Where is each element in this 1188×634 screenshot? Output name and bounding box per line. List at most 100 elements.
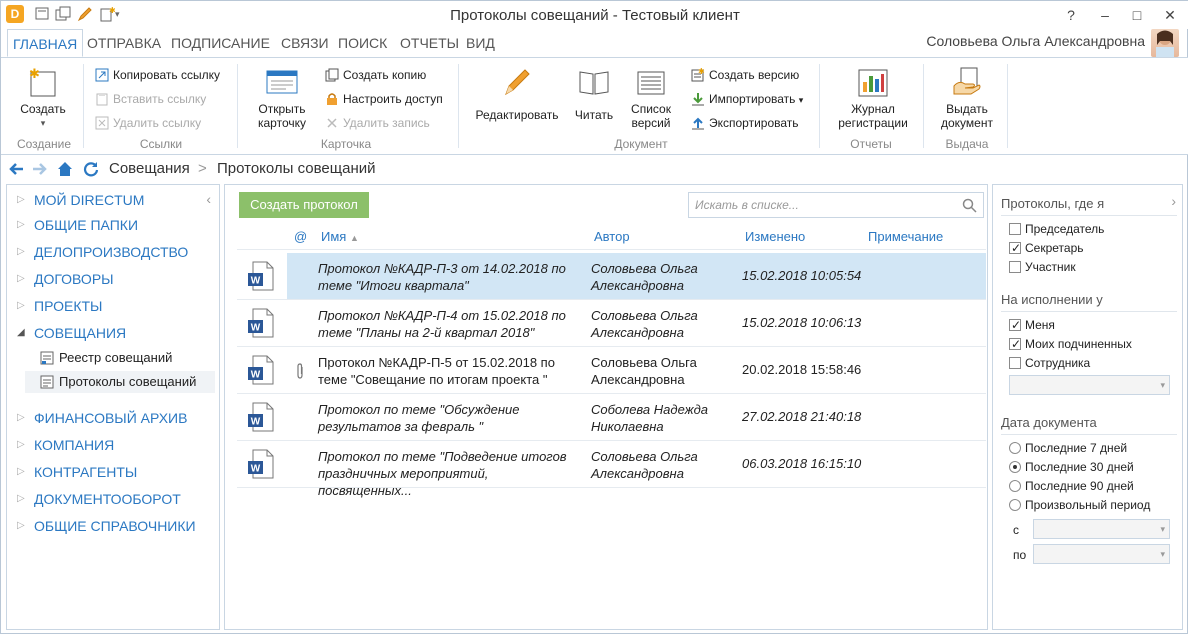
- journal-label-1: Журнал: [851, 102, 895, 116]
- radio-button[interactable]: [1009, 499, 1021, 511]
- checkbox[interactable]: [1009, 336, 1021, 352]
- create-version-button[interactable]: ✱ Создать версию: [689, 66, 799, 84]
- checkbox[interactable]: [1009, 240, 1021, 256]
- date-to-picker[interactable]: ▾: [1033, 544, 1170, 564]
- date-from-picker[interactable]: ▾: [1033, 519, 1170, 539]
- column-name[interactable]: Имя ▲: [321, 229, 359, 247]
- checkbox-label: Участник: [1025, 260, 1076, 274]
- minimize-button[interactable]: –: [1091, 5, 1119, 25]
- row-name: Протокол №КАДР-П-4 от 15.02.2018 по теме…: [318, 308, 566, 340]
- create-button[interactable]: ✱ Создать ▾: [15, 66, 71, 130]
- back-arrow-icon[interactable]: [9, 161, 25, 177]
- filter-role-participant[interactable]: Участник: [1009, 259, 1076, 275]
- filter-role-chairman[interactable]: Председатель: [1009, 221, 1104, 237]
- export-button[interactable]: Экспортировать: [689, 114, 799, 132]
- expand-arrow-icon[interactable]: ▷: [17, 407, 25, 429]
- issue-document-button[interactable]: Выдать документ: [935, 66, 999, 130]
- filter-panel: › Протоколы, где я Председатель Секретар…: [992, 184, 1183, 630]
- copy-link-button[interactable]: Копировать ссылку: [93, 66, 220, 84]
- table-row[interactable]: W Протокол №КАДР-П-4 от 15.02.2018 по те…: [237, 300, 986, 347]
- create-protocol-button[interactable]: Создать протокол: [239, 192, 369, 218]
- user-name[interactable]: Соловьева Ольга Александровна: [926, 33, 1145, 49]
- collapse-filter-icon[interactable]: ›: [1171, 193, 1176, 209]
- radio-button[interactable]: [1009, 480, 1021, 492]
- expand-arrow-icon[interactable]: ▷: [17, 241, 25, 263]
- filter-exec-me[interactable]: Меня: [1009, 317, 1055, 333]
- import-dropdown-icon[interactable]: ▾: [799, 95, 804, 105]
- chevron-down-icon: ▾: [1160, 524, 1165, 534]
- filter-role-secretary[interactable]: Секретарь: [1009, 240, 1084, 256]
- tab-send[interactable]: ОТПРАВКА: [82, 29, 166, 57]
- help-button[interactable]: ?: [1057, 5, 1085, 25]
- expand-arrow-icon[interactable]: ▷: [17, 488, 25, 510]
- filter-divider: [1001, 215, 1177, 216]
- filter-exec-employee[interactable]: Сотрудника: [1009, 355, 1090, 371]
- import-icon: [692, 93, 704, 106]
- open-card-button[interactable]: Открыть карточку: [249, 66, 315, 130]
- expand-arrow-icon[interactable]: ▷: [17, 515, 25, 537]
- table-row[interactable]: W Протокол №КАДР-П-3 от 14.02.2018 по те…: [237, 253, 986, 300]
- paste-link-button[interactable]: Вставить ссылку: [93, 90, 206, 108]
- employee-select[interactable]: ▾: [1009, 375, 1170, 395]
- table-row[interactable]: W Протокол №КАДР-П-5 от 15.02.2018 по те…: [237, 347, 986, 394]
- search-icon[interactable]: [962, 198, 977, 213]
- checkbox[interactable]: [1009, 317, 1021, 333]
- tab-main[interactable]: ГЛАВНАЯ: [7, 29, 84, 57]
- table-row[interactable]: W Протокол по теме "Подведение итогов пр…: [237, 441, 986, 498]
- checkbox[interactable]: [1009, 357, 1021, 369]
- copy-link-icon: [95, 68, 109, 82]
- expand-arrow-icon[interactable]: ▷: [17, 268, 25, 290]
- export-label: Экспортировать: [709, 116, 799, 130]
- breadcrumb-current[interactable]: Протоколы совещаний: [217, 160, 376, 177]
- column-author[interactable]: Автор: [594, 229, 630, 247]
- search-input[interactable]: Искать в списке...: [688, 192, 984, 218]
- checkbox[interactable]: [1009, 223, 1021, 235]
- checkbox[interactable]: [1009, 261, 1021, 273]
- row-name: Протокол №КАДР-П-3 от 14.02.2018 по теме…: [318, 261, 566, 293]
- tab-links[interactable]: СВЯЗИ: [276, 29, 334, 57]
- delete-link-button[interactable]: Удалить ссылку: [93, 114, 201, 132]
- sidebar-subitem-meeting-minutes[interactable]: Протоколы совещаний: [25, 371, 215, 393]
- read-button[interactable]: Читать: [569, 66, 619, 122]
- expand-arrow-icon[interactable]: ▷: [17, 214, 25, 236]
- journal-button[interactable]: Журнал регистрации: [831, 66, 915, 130]
- filter-date-7-days[interactable]: Последние 7 дней: [1009, 440, 1127, 456]
- radio-button[interactable]: [1009, 442, 1021, 454]
- avatar[interactable]: [1151, 29, 1179, 57]
- tab-view[interactable]: ВИД: [461, 29, 500, 57]
- sidebar-subitem-meetings-registry[interactable]: Реестр совещаний: [25, 347, 215, 369]
- tab-sign[interactable]: ПОДПИСАНИЕ: [166, 29, 275, 57]
- breadcrumb-root[interactable]: Совещания: [109, 160, 190, 177]
- collapse-arrow-icon[interactable]: ◢: [17, 322, 25, 344]
- maximize-button[interactable]: □: [1123, 5, 1151, 25]
- expand-arrow-icon[interactable]: ▷: [17, 295, 25, 317]
- expand-arrow-icon[interactable]: ▷: [17, 461, 25, 483]
- table-row[interactable]: W Протокол по теме "Обсуждение результат…: [237, 394, 986, 441]
- column-changed[interactable]: Изменено: [745, 229, 805, 247]
- create-dropdown-icon[interactable]: ▾: [15, 116, 71, 130]
- refresh-icon[interactable]: [83, 161, 99, 177]
- checkbox-label: Моих подчиненных: [1025, 337, 1132, 351]
- column-note[interactable]: Примечание: [868, 229, 943, 247]
- forward-arrow-icon[interactable]: [31, 161, 47, 177]
- delete-record-button[interactable]: Удалить запись: [323, 114, 430, 132]
- filter-date-90-days[interactable]: Последние 90 дней: [1009, 478, 1134, 494]
- filter-exec-subordinates[interactable]: Моих подчиненных: [1009, 336, 1132, 352]
- tab-search[interactable]: ПОИСК: [333, 29, 392, 57]
- expand-arrow-icon[interactable]: ▷: [17, 189, 25, 211]
- home-icon[interactable]: [57, 161, 73, 177]
- filter-date-30-days[interactable]: Последние 30 дней: [1009, 459, 1134, 475]
- create-copy-button[interactable]: Создать копию: [323, 66, 426, 84]
- tab-reports[interactable]: ОТЧЕТЫ: [395, 29, 464, 57]
- expand-arrow-icon[interactable]: ▷: [17, 434, 25, 456]
- set-access-button[interactable]: Настроить доступ: [323, 90, 443, 108]
- edit-button[interactable]: Редактировать: [473, 66, 561, 122]
- column-attachment[interactable]: @: [294, 229, 307, 247]
- navigation-bar: Совещания > Протоколы совещаний: [1, 155, 1188, 183]
- collapse-sidebar-icon[interactable]: ‹: [206, 191, 211, 207]
- filter-date-custom[interactable]: Произвольный период: [1009, 497, 1150, 513]
- radio-button[interactable]: [1009, 461, 1021, 473]
- close-button[interactable]: ✕: [1156, 5, 1184, 25]
- import-button[interactable]: Импортировать ▾: [689, 90, 803, 108]
- versions-button[interactable]: Список версий: [625, 66, 677, 130]
